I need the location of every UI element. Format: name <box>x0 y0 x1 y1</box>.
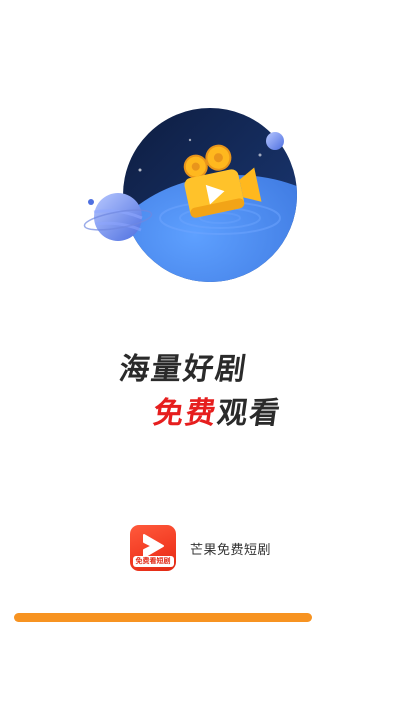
loading-progress-fill <box>14 613 312 622</box>
splash-screen: 海量好剧 免费观看 免费看短剧 芒果免费短剧 <box>0 0 400 711</box>
app-logo: 免费看短剧 <box>130 525 176 571</box>
slogan-line-2: 免费观看 <box>151 388 285 432</box>
slogan-line-1: 海量好剧 <box>117 352 250 387</box>
hero-illustration <box>80 100 310 290</box>
app-logo-label: 免费看短剧 <box>130 556 176 567</box>
slogan-rest: 观看 <box>215 396 284 431</box>
brand-row: 免费看短剧 芒果免费短剧 <box>130 524 271 572</box>
slogan-highlight: 免费 <box>151 396 220 431</box>
loading-progress-bar <box>14 613 386 622</box>
small-planet-right <box>266 132 284 150</box>
app-name: 芒果免费短剧 <box>190 542 272 558</box>
slogan: 海量好剧 免费观看 <box>0 340 400 432</box>
